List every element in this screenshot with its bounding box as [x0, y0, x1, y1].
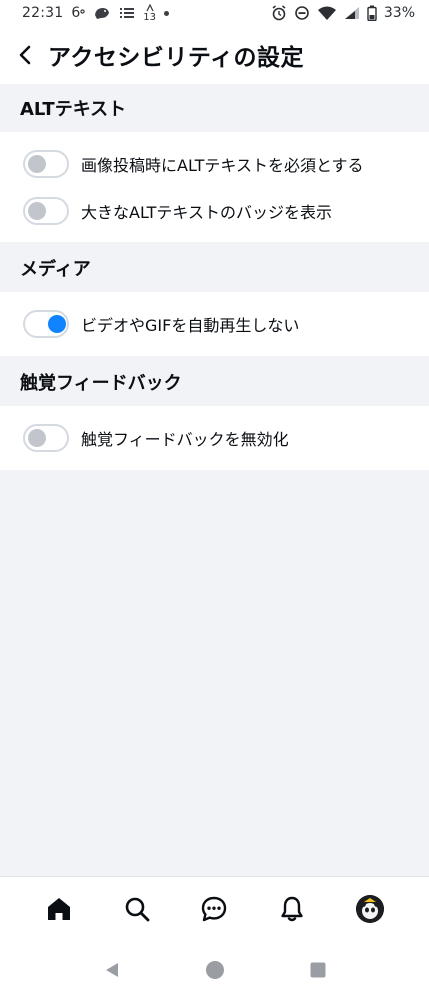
wifi-icon	[317, 5, 337, 21]
status-right: 33%	[271, 5, 415, 21]
calendar-badge-icon: 13	[143, 4, 157, 23]
bird-notification-icon	[93, 5, 111, 21]
nav-search-button[interactable]	[115, 887, 159, 931]
system-nav-bar	[0, 940, 429, 1000]
weather-temp: 6	[71, 5, 81, 21]
header: アクセシビリティの設定	[0, 26, 429, 84]
toggle-no-autoplay[interactable]	[23, 310, 69, 338]
more-notifications-dot	[164, 10, 170, 16]
section-media: ビデオやGIFを自動再生しない	[0, 292, 429, 356]
status-left: 22:31 6 13	[22, 4, 170, 23]
circle-home-icon	[205, 961, 224, 979]
signal-icon	[344, 6, 360, 20]
page-title: アクセシビリティの設定	[48, 45, 304, 71]
section-haptics: 触覚フィードバックを無効化	[0, 406, 429, 470]
setting-row-large-alt-badge[interactable]: 大きなALTテキストのバッジを表示	[0, 187, 429, 235]
search-icon	[125, 897, 150, 921]
badge-count: 13	[143, 12, 157, 23]
setting-label: 大きなALTテキストのバッジを表示	[81, 203, 332, 222]
toggle-disable-haptics[interactable]	[23, 424, 69, 452]
setting-row-disable-haptics[interactable]: 触覚フィードバックを無効化	[0, 414, 429, 462]
section-alt-text: 画像投稿時にALTテキストを必須とする 大きなALTテキストのバッジを表示	[0, 132, 429, 242]
bell-icon	[281, 896, 303, 921]
back-button[interactable]	[14, 39, 36, 71]
battery-percent: 33%	[383, 5, 415, 21]
system-home-button[interactable]	[195, 950, 235, 990]
toggle-knob	[28, 202, 46, 220]
system-recents-button[interactable]	[298, 950, 338, 990]
section-header-alt-text: ALTテキスト	[0, 84, 429, 132]
setting-row-no-autoplay[interactable]: ビデオやGIFを自動再生しない	[0, 300, 429, 348]
chat-icon	[202, 896, 227, 921]
toggle-knob	[48, 315, 66, 333]
setting-label: ビデオやGIFを自動再生しない	[81, 316, 300, 335]
toggle-knob	[28, 155, 46, 173]
arrow-left-icon	[19, 45, 31, 65]
toggle-knob	[28, 429, 46, 447]
bottom-nav	[0, 876, 429, 940]
alarm-icon	[271, 5, 287, 21]
setting-label: 画像投稿時にALTテキストを必須とする	[81, 156, 364, 175]
home-icon	[47, 897, 70, 920]
weather-icon: 6	[71, 5, 85, 21]
toggle-large-alt-badge[interactable]	[23, 197, 69, 225]
system-back-button[interactable]	[92, 950, 132, 990]
nav-home-button[interactable]	[37, 887, 81, 931]
status-time: 22:31	[22, 5, 64, 21]
section-header-media: メディア	[0, 244, 429, 292]
nav-profile-button[interactable]	[348, 887, 392, 931]
nav-notifications-button[interactable]	[270, 887, 314, 931]
battery-icon	[367, 5, 377, 21]
avatar	[356, 894, 385, 923]
status-bar: 22:31 6 13 33%	[0, 0, 429, 26]
toggle-require-alt-text[interactable]	[23, 150, 69, 178]
triangle-back-icon	[105, 963, 118, 977]
setting-label: 触覚フィードバックを無効化	[81, 430, 289, 449]
section-header-haptics: 触覚フィードバック	[0, 358, 429, 406]
square-recents-icon	[310, 962, 325, 978]
list-icon	[119, 6, 135, 20]
nav-chat-button[interactable]	[192, 887, 236, 931]
do-not-disturb-icon	[294, 5, 310, 21]
setting-row-require-alt-text[interactable]: 画像投稿時にALTテキストを必須とする	[0, 140, 429, 188]
